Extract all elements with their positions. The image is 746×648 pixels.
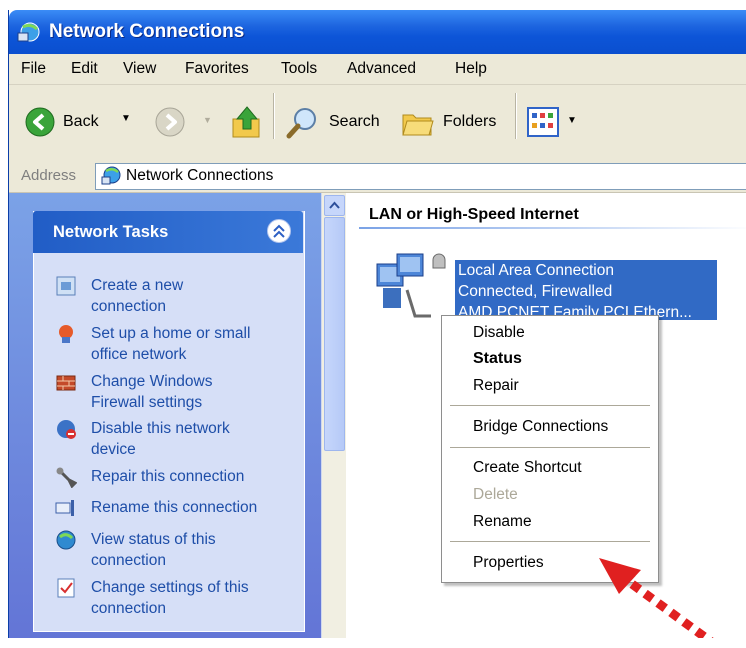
task-line: connection [91, 298, 166, 315]
home-network-icon [59, 325, 73, 343]
annotation-arrow-icon [599, 558, 714, 638]
menu-bar: File Edit View Favorites Tools Advanced … [9, 54, 746, 85]
local-area-connection-item[interactable]: Local Area Connection Connected, Firewal… [455, 260, 717, 320]
back-arrow-icon[interactable] [25, 107, 55, 137]
menu-edit[interactable]: Edit [71, 60, 98, 78]
views-dropdown-icon[interactable]: ▼ [567, 115, 577, 126]
group-divider [359, 227, 746, 229]
menu-properties[interactable]: Properties [473, 554, 544, 572]
back-dropdown-icon[interactable]: ▼ [121, 113, 131, 124]
menu-create-shortcut[interactable]: Create Shortcut [473, 459, 582, 477]
firewall-icon [56, 375, 76, 391]
task-line: office network [91, 346, 187, 363]
task-line: View status of this [91, 531, 216, 548]
network-tasks-header[interactable]: Network Tasks [33, 211, 303, 253]
menu-status[interactable]: Status [473, 350, 522, 368]
task-change-settings[interactable]: Change settings of this connection [91, 577, 291, 619]
title-bar[interactable]: Network Connections [9, 10, 746, 54]
network-connections-icon [101, 166, 121, 185]
task-repair-connection[interactable]: Repair this connection [91, 466, 291, 487]
menu-advanced[interactable]: Advanced [347, 60, 416, 78]
task-create-connection[interactable]: Create a new connection [91, 275, 291, 317]
task-line: Rename this connection [91, 499, 258, 516]
settings-icon [57, 578, 75, 598]
task-line: connection [91, 552, 166, 569]
toolbar: Back ▼ ▼ Search Folders ▼ [9, 85, 746, 162]
left-pane-scrollbar[interactable] [321, 193, 346, 638]
network-tasks-title: Network Tasks [53, 223, 169, 241]
task-line: connection [91, 600, 166, 617]
connection-status: Connected, Firewalled [458, 283, 613, 300]
views-icon[interactable] [527, 107, 559, 137]
task-line: Create a new [91, 277, 184, 294]
repair-icon [56, 467, 77, 488]
context-menu: Disable Status Repair Bridge Connections… [441, 315, 659, 583]
chevron-up-icon [329, 201, 340, 209]
network-connections-icon [17, 22, 40, 42]
group-header: LAN or High-Speed Internet [369, 206, 579, 223]
folders-icon[interactable] [401, 107, 435, 139]
disable-network-icon [57, 420, 76, 439]
collapse-button[interactable] [267, 219, 291, 243]
folders-button[interactable]: Folders [443, 113, 496, 131]
double-chevron-up-icon [273, 224, 285, 238]
address-label: Address [21, 167, 77, 184]
menu-disable[interactable]: Disable [473, 324, 525, 342]
lan-connection-icon[interactable] [371, 246, 451, 326]
window-title: Network Connections [49, 21, 245, 42]
rename-icon [55, 500, 74, 516]
task-line: Disable this network [91, 420, 230, 437]
task-rename-connection[interactable]: Rename this connection [91, 497, 291, 518]
new-connection-icon [56, 276, 76, 296]
task-line: Set up a home or small [91, 325, 251, 342]
menu-separator [450, 541, 650, 542]
back-button[interactable]: Back [63, 113, 99, 131]
up-folder-icon[interactable] [231, 105, 263, 139]
explorer-window: Network Connections File Edit View Favor… [8, 10, 746, 638]
menu-bridge-connections[interactable]: Bridge Connections [473, 418, 608, 436]
scroll-thumb[interactable] [324, 217, 345, 451]
address-value: Network Connections [126, 167, 274, 184]
menu-favorites[interactable]: Favorites [185, 60, 249, 78]
task-line: Firewall settings [91, 394, 203, 411]
address-field[interactable]: Network Connections [95, 163, 746, 190]
address-bar: Address Network Connections [9, 161, 746, 193]
task-line: Repair this connection [91, 468, 245, 485]
menu-delete: Delete [473, 486, 518, 503]
menu-separator [450, 405, 650, 406]
task-line: Change Windows [91, 373, 213, 390]
connection-name: Local Area Connection [458, 262, 614, 279]
scroll-up-button[interactable] [324, 195, 345, 216]
task-home-network[interactable]: Set up a home or small office network [91, 323, 291, 365]
menu-help[interactable]: Help [455, 60, 487, 78]
menu-separator [450, 447, 650, 448]
search-icon[interactable] [285, 105, 321, 141]
task-view-status[interactable]: View status of this connection [91, 529, 291, 571]
search-button[interactable]: Search [329, 113, 380, 131]
menu-repair[interactable]: Repair [473, 377, 519, 395]
menu-view[interactable]: View [123, 60, 156, 78]
forward-arrow-icon[interactable] [155, 107, 185, 137]
toolbar-separator [273, 93, 275, 139]
task-line: device [91, 441, 136, 458]
task-disable-device[interactable]: Disable this network device [91, 418, 291, 460]
status-icon [56, 530, 76, 550]
task-line: Change settings of this [91, 579, 249, 596]
task-firewall-settings[interactable]: Change Windows Firewall settings [91, 371, 291, 413]
menu-file[interactable]: File [21, 60, 46, 78]
task-pane: Network Tasks Create a new connection Se… [9, 193, 321, 638]
menu-rename[interactable]: Rename [473, 513, 532, 531]
menu-tools[interactable]: Tools [281, 60, 317, 78]
toolbar-separator [515, 93, 517, 139]
forward-dropdown-icon[interactable]: ▼ [203, 115, 212, 125]
